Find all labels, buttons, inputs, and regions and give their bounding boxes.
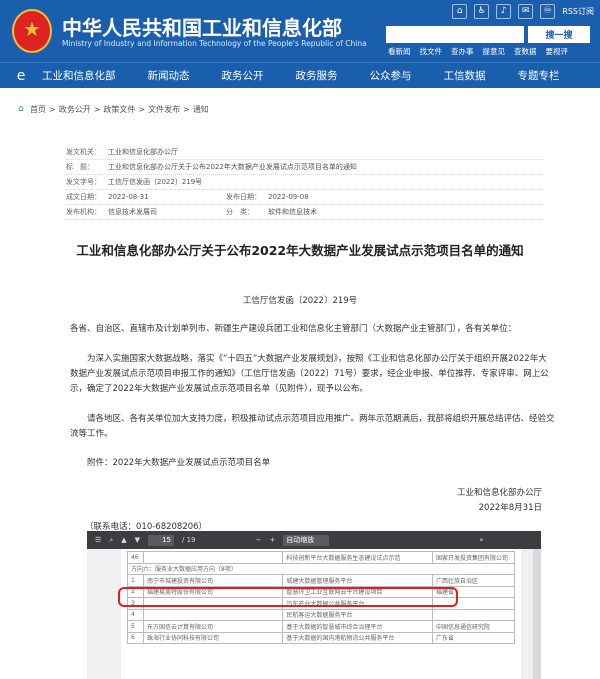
site-title[interactable]: 中华人民共和国工业和信息化部 bbox=[62, 12, 342, 41]
breadcrumb: ⌂ 首页 > 政务公开 > 政策文件 > 文件发布 > 通知 bbox=[18, 104, 209, 115]
breadcrumb-release[interactable]: 文件发布 bbox=[148, 104, 180, 115]
search-icon[interactable]: ⌕ bbox=[109, 536, 113, 545]
quick-link-news[interactable]: 看新闻 bbox=[388, 46, 411, 57]
sidebar-toggle-icon[interactable]: ☰ bbox=[95, 536, 101, 544]
page-total: / 19 bbox=[181, 536, 196, 544]
page-up-icon[interactable]: ▲ bbox=[121, 536, 126, 544]
table-cell: 46 bbox=[127, 551, 144, 564]
nav-item-public[interactable]: 公众参与 bbox=[370, 68, 412, 83]
breadcrumb-notice[interactable]: 通知 bbox=[193, 104, 209, 115]
paragraph-1-line-3: 示，确定了2022年大数据产业发展试点示范项目名单（见附件），现予以公布。 bbox=[70, 384, 368, 394]
paragraph-1-line-2: 数据产业发展试点示范项目申报工作的通知》（工信厅信发函〔2022〕71号）要求，… bbox=[70, 369, 549, 379]
site-header: 中华人民共和国工业和信息化部 Ministry of Industry and … bbox=[0, 0, 600, 62]
table-cell: 4 bbox=[127, 608, 144, 621]
meta-row-title: 标 题： 工业和信息化部办公厅关于公布2022年大数据产业发展试点示范项目名单的… bbox=[66, 160, 544, 175]
table-row: 方向六：服务业大数据应用方向（8项） bbox=[127, 562, 515, 575]
sign-date: 2022年8月31日 bbox=[478, 503, 542, 513]
pdf-scrollbar[interactable] bbox=[533, 549, 541, 679]
quick-link-services[interactable]: 查办事 bbox=[451, 46, 474, 57]
table-cell bbox=[142, 608, 284, 621]
document-number: 工信厅信发函〔2022〕219号 bbox=[242, 296, 358, 306]
zoom-out-icon[interactable]: − bbox=[255, 536, 261, 544]
table-row: 5 东方国信云计算有限公司 基于大数据的智慧城市综合治理平台 中国信息通信研究院 bbox=[127, 620, 515, 633]
table-cell: 珠海行业协同科技有限公司 bbox=[142, 631, 284, 644]
paragraph-1-line-1: 为深入实施国家大数据战略，落实《“十四五”大数据产业发展规划》，按照《工业和信息… bbox=[87, 354, 547, 364]
breadcrumb-policy[interactable]: 政策文件 bbox=[103, 104, 135, 115]
table-cell: 城建大数据管理服务平台 bbox=[282, 574, 434, 587]
search-button[interactable]: 搜一搜 bbox=[528, 26, 590, 43]
table-cell: 东方国信云计算有限公司 bbox=[142, 620, 284, 633]
table-row: 46 科技创新平台大数据服务生态建设试点示范 国家开发投资集团有限公司 bbox=[127, 551, 515, 564]
national-emblem-icon bbox=[12, 9, 52, 53]
table-row: 4 民航客运大数据服务平台 bbox=[127, 608, 515, 621]
e-gov-logo-icon[interactable]: e bbox=[0, 68, 42, 84]
table-cell: 6 bbox=[127, 631, 144, 644]
page-number-input[interactable]: 15 bbox=[147, 534, 174, 546]
zoom-in-icon[interactable]: + bbox=[269, 536, 275, 544]
salutation: 各省、自治区、直辖市及计划单列市、新疆生产建设兵团工业和信息化主管部门（大数据产… bbox=[70, 324, 517, 334]
breadcrumb-home[interactable]: 首页 bbox=[30, 104, 46, 115]
quick-link-video[interactable]: 要视评 bbox=[546, 46, 569, 57]
attachment-link[interactable]: 附件：2022年大数据产业发展试点示范项目名单 bbox=[87, 456, 567, 472]
nav-item-data[interactable]: 工信数据 bbox=[444, 68, 486, 83]
home-icon[interactable]: ⌂ bbox=[452, 4, 468, 19]
table-cell: 南宁市城建投资有限公司 bbox=[142, 574, 284, 587]
audio-icon[interactable]: ♪ bbox=[496, 4, 512, 19]
pdf-page: 46 科技创新平台大数据服务生态建设试点示范 国家开发投资集团有限公司 方向六：服务业… bbox=[121, 549, 521, 679]
doc-meta-table: 发文机关： 工业和信息化部办公厅 标 题： 工业和信息化部办公厅关于公布2022… bbox=[66, 145, 544, 220]
weibo-icon[interactable]: ♾ bbox=[540, 4, 556, 19]
site-subtitle: Ministry of Industry and Information Tec… bbox=[62, 39, 367, 48]
rss-link[interactable]: RSS订阅 bbox=[562, 6, 594, 17]
table-cell: 基于大数据的智慧城市综合治理平台 bbox=[282, 620, 434, 633]
signer: 工业和信息化部办公厅 bbox=[456, 488, 542, 498]
table-cell: 民航客运大数据服务平台 bbox=[282, 608, 434, 621]
table-cell: 中国信息通信研究院 bbox=[432, 620, 515, 633]
nav-item-gov-services[interactable]: 政务服务 bbox=[296, 68, 338, 83]
paragraph-2-line-2: 流等工作。 bbox=[70, 429, 113, 439]
table-cell: 国家开发投资集团有限公司 bbox=[432, 551, 515, 564]
breadcrumb-home-icon: ⌂ bbox=[18, 104, 24, 114]
breadcrumb-gov-open[interactable]: 政务公开 bbox=[59, 104, 91, 115]
table-cell: 1 bbox=[127, 574, 144, 587]
mail-icon[interactable]: ✉ bbox=[518, 4, 534, 19]
table-cell: 方向六：服务业大数据应用方向（8项） bbox=[127, 562, 515, 575]
page-down-icon[interactable]: ▼ bbox=[135, 536, 140, 544]
table-row: 6 珠海行业协同科技有限公司 基于大数据的国内港航物流公共服务平台 广东省 bbox=[127, 631, 515, 644]
zoom-select[interactable]: 自动缩放 bbox=[283, 534, 330, 546]
table-cell: 广东省 bbox=[432, 631, 515, 644]
table-cell: 5 bbox=[127, 620, 144, 633]
nav-item-topics[interactable]: 专题专栏 bbox=[518, 68, 560, 83]
quick-link-files[interactable]: 找文件 bbox=[420, 46, 443, 57]
table-cell bbox=[432, 608, 515, 621]
meta-row-dates: 成文日期： 2022-08-31 发布日期： 2022-09-08 bbox=[66, 190, 544, 205]
table-cell: 广西壮族自治区 bbox=[432, 574, 515, 587]
search-input[interactable] bbox=[386, 26, 524, 43]
more-tools-icon[interactable]: » bbox=[479, 536, 483, 544]
table-row: 1 南宁市城建投资有限公司 城建大数据管理服务平台 广西壮族自治区 bbox=[127, 574, 515, 587]
table-cell: 基于大数据的国内港航物流公共服务平台 bbox=[282, 631, 434, 644]
table-cell bbox=[142, 551, 284, 564]
nav-item-gov-open[interactable]: 政务公开 bbox=[222, 68, 264, 83]
table-cell: 科技创新平台大数据服务生态建设试点示范 bbox=[282, 551, 434, 564]
article-title: 工业和信息化部办公厅关于公布2022年大数据产业发展试点示范项目名单的通知 bbox=[76, 243, 524, 258]
quick-links: 看新闻 找文件 查办事 提意见 查数据 要视评 bbox=[388, 46, 568, 57]
nav-item-ministry[interactable]: 工业和信息化部 bbox=[42, 68, 116, 83]
paragraph-2-line-1: 请各地区、各有关单位加大支持力度，积极推动试点示范项目应用推广。两年示范期满后，… bbox=[87, 414, 555, 424]
meta-row-unit: 发布机构： 信息技术发展司 分 类： 软件和信息技术 bbox=[66, 205, 544, 220]
meta-row-docno: 发文字号： 工信厅信发函〔2022〕219号 bbox=[66, 175, 544, 190]
quick-link-data[interactable]: 查数据 bbox=[514, 46, 537, 57]
quick-link-feedback[interactable]: 提意见 bbox=[483, 46, 506, 57]
accessibility-icon[interactable]: ♿ bbox=[474, 4, 490, 19]
meta-row-org: 发文机关： 工业和信息化部办公厅 bbox=[66, 145, 544, 160]
header-tools: ⌂ ♿ ♪ ✉ ♾ RSS订阅 bbox=[452, 4, 594, 19]
pdf-toolbar: ☰ ⌕ ▲ ▼ 15 / 19 − + 自动缩放 » bbox=[87, 531, 541, 549]
highlight-box bbox=[118, 587, 458, 607]
nav-item-news[interactable]: 新闻动态 bbox=[148, 68, 190, 83]
main-nav: e 工业和信息化部 新闻动态 政务公开 政务服务 公众参与 工信数据 专题专栏 bbox=[0, 62, 600, 88]
